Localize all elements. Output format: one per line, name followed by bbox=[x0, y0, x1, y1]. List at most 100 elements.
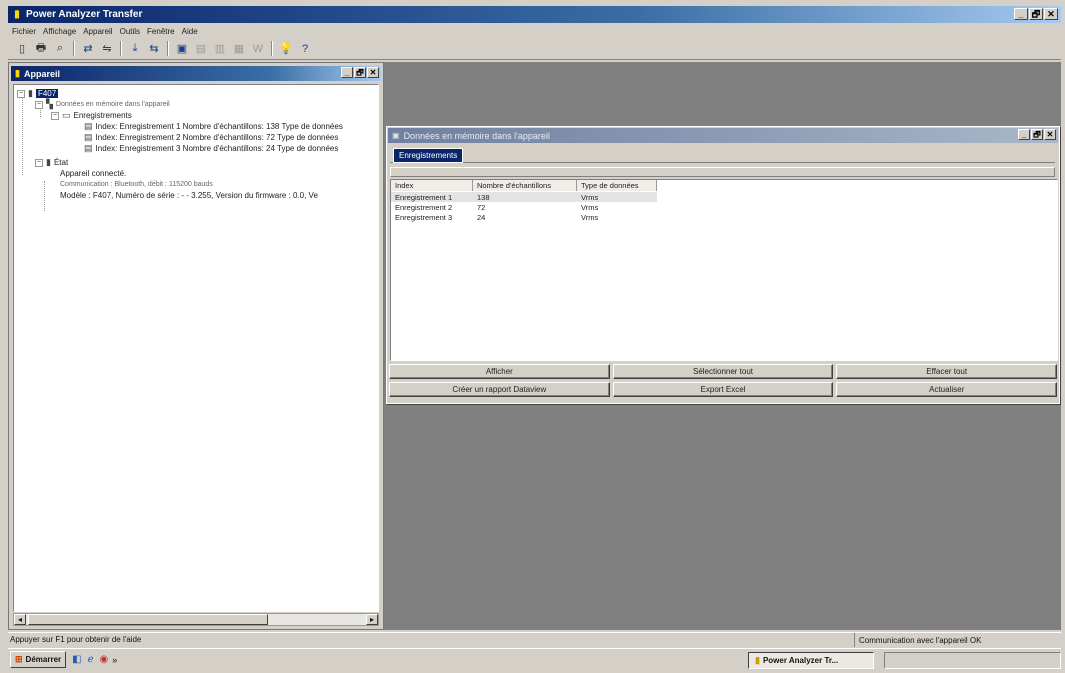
start-button[interactable]: ⊞ Démarrer bbox=[10, 651, 67, 668]
info-icon[interactable]: 💡 bbox=[278, 41, 294, 57]
transfer-icon[interactable]: ⇆ bbox=[146, 41, 162, 57]
system-tray bbox=[884, 652, 1061, 669]
list-toolstrip bbox=[390, 167, 1055, 177]
print-preview-icon[interactable]: ⌕ bbox=[52, 41, 68, 57]
app-title: Power Analyzer Transfer bbox=[26, 9, 143, 20]
tree-model[interactable]: Modèle : F407, Numéro de série : - - 3.2… bbox=[60, 190, 318, 201]
collapse-icon[interactable]: − bbox=[35, 100, 43, 109]
help-icon[interactable]: ? bbox=[297, 41, 313, 57]
taskbar-app-button[interactable]: ▮ Power Analyzer Tr... bbox=[748, 652, 874, 669]
data-window: ▣ Données en mémoire dans l'appareil _ 🗗… bbox=[386, 126, 1060, 404]
tree-model-label[interactable]: Modèle : F407, Numéro de série : - - 3.2… bbox=[60, 191, 318, 200]
connect-icon[interactable]: ⇄ bbox=[80, 41, 96, 57]
cell-samples: 138 bbox=[477, 192, 490, 202]
tree-record-3[interactable]: ▤ Index: Enregistrement 3 Nombre d'échan… bbox=[84, 143, 338, 154]
print-icon[interactable]: 🖶 bbox=[33, 41, 49, 57]
tree-connected-label[interactable]: Appareil connecté. bbox=[60, 169, 126, 178]
status-connection-text: Communication avec l'appareil OK bbox=[854, 633, 981, 647]
disconnect-icon[interactable]: ⇋ bbox=[99, 41, 115, 57]
tree-node-records-folder[interactable]: − ▭ Enregistrements bbox=[51, 110, 132, 121]
menu-aide[interactable]: Aide bbox=[182, 27, 198, 36]
status-bar: Appuyer sur F1 pour obtenir de l'aide Co… bbox=[8, 632, 1061, 647]
tree-node-root[interactable]: − ▮ F407 bbox=[17, 88, 59, 99]
menu-outils[interactable]: Outils bbox=[120, 27, 140, 36]
device-icon: ▮ bbox=[28, 88, 33, 98]
window-icon: ▣ bbox=[392, 131, 400, 140]
menu-affichage[interactable]: Affichage bbox=[43, 27, 76, 36]
quicklaunch-more-icon[interactable]: » bbox=[112, 655, 117, 665]
tree-record-label[interactable]: Index: Enregistrement 1 Nombre d'échanti… bbox=[96, 122, 343, 131]
desktop-quicklaunch-icon[interactable]: ◧ bbox=[72, 654, 81, 665]
data-window-title: Données en mémoire dans l'appareil bbox=[403, 130, 550, 141]
close-button[interactable]: ✕ bbox=[367, 67, 379, 78]
tree-memory-label[interactable]: Données en mémoire dans l'appareil bbox=[56, 101, 170, 108]
cell-index: Enregistrement 3 bbox=[395, 212, 453, 222]
toolbar-separator bbox=[167, 41, 169, 56]
tree-record-1[interactable]: ▤ Index: Enregistrement 1 Nombre d'échan… bbox=[84, 121, 343, 132]
tree-record-label[interactable]: Index: Enregistrement 3 Nombre d'échanti… bbox=[96, 144, 339, 153]
new-icon[interactable]: ▯ bbox=[14, 41, 30, 57]
restore-button[interactable]: 🗗 bbox=[354, 67, 366, 78]
tab-enregistrements[interactable]: Enregistrements bbox=[393, 148, 464, 163]
scroll-thumb[interactable] bbox=[28, 614, 268, 625]
list-header: Index Nombre d'échantillons Type de donn… bbox=[391, 180, 657, 191]
minimize-button[interactable]: _ bbox=[341, 67, 353, 78]
options-icon[interactable]: W bbox=[250, 41, 266, 57]
minimize-button[interactable]: _ bbox=[1014, 8, 1028, 20]
collapse-icon[interactable]: − bbox=[35, 158, 43, 167]
device-icon[interactable]: ▣ bbox=[174, 41, 190, 57]
tree-record-label[interactable]: Index: Enregistrement 2 Nombre d'échanti… bbox=[96, 133, 339, 142]
cell-samples: 24 bbox=[477, 212, 486, 222]
collapse-icon[interactable]: − bbox=[51, 111, 59, 120]
select-all-button[interactable]: Sélectionner tout bbox=[612, 364, 834, 379]
menu-appareil[interactable]: Appareil bbox=[83, 27, 112, 36]
scroll-right-icon[interactable]: ▸ bbox=[366, 614, 378, 625]
table-row[interactable]: Enregistrement 2 72 Vrms bbox=[391, 202, 657, 212]
menu-bar: Fichier Affichage Appareil Outils Fenêtr… bbox=[8, 24, 1061, 38]
media-quicklaunch-icon[interactable]: ◉ bbox=[100, 654, 109, 665]
table-row[interactable]: Enregistrement 1 138 Vrms bbox=[391, 192, 657, 202]
display-button[interactable]: Afficher bbox=[389, 364, 610, 379]
record-icon[interactable]: ▤ bbox=[193, 41, 209, 57]
column-header-samples[interactable]: Nombre d'échantillons bbox=[473, 180, 577, 191]
browser-quicklaunch-icon[interactable]: ℯ bbox=[88, 654, 94, 665]
menu-fenetre[interactable]: Fenêtre bbox=[147, 27, 175, 36]
table-row[interactable]: Enregistrement 3 24 Vrms bbox=[391, 212, 657, 222]
tree-connected[interactable]: Appareil connecté. bbox=[60, 168, 126, 179]
excel-icon[interactable]: ▦ bbox=[231, 41, 247, 57]
tree-communication-label[interactable]: Communication : Bluetooth, débit : 11520… bbox=[60, 181, 213, 188]
close-button[interactable]: ✕ bbox=[1044, 8, 1058, 20]
close-button[interactable]: ✕ bbox=[1044, 129, 1056, 140]
appareil-window: ▮ Appareil _ 🗗 ✕ − ▮ F407 − ▚ Données en… bbox=[8, 62, 384, 630]
windows-logo-icon: ⊞ bbox=[15, 654, 23, 664]
restore-button[interactable]: 🗗 bbox=[1031, 129, 1043, 140]
desktop: ▮ Power Analyzer Transfer _ 🗗 ✕ Fichier … bbox=[0, 0, 1065, 673]
tree-node-state[interactable]: − ▮ État bbox=[35, 157, 68, 168]
tree-root-label[interactable]: F407 bbox=[35, 89, 59, 98]
report-icon[interactable]: ▥ bbox=[212, 41, 228, 57]
download-icon[interactable]: ⤓ bbox=[127, 41, 143, 57]
collapse-icon[interactable]: − bbox=[17, 89, 25, 98]
tree-communication[interactable]: Communication : Bluetooth, débit : 11520… bbox=[60, 179, 213, 190]
status-help-text: Appuyer sur F1 pour obtenir de l'aide bbox=[10, 635, 142, 644]
column-header-index[interactable]: Index bbox=[391, 180, 473, 191]
toolbar: ▯ 🖶 ⌕ ⇄ ⇋ ⤓ ⇆ ▣ ▤ ▥ ▦ W 💡 ? bbox=[8, 38, 1061, 60]
minimize-button[interactable]: _ bbox=[1018, 129, 1030, 140]
menu-fichier[interactable]: Fichier bbox=[12, 27, 36, 36]
tree-state-label[interactable]: État bbox=[54, 158, 68, 167]
tree-record-2[interactable]: ▤ Index: Enregistrement 2 Nombre d'échan… bbox=[84, 132, 338, 143]
tree-records-label[interactable]: Enregistrements bbox=[74, 111, 132, 120]
cell-data-type: Vrms bbox=[581, 212, 599, 222]
refresh-button[interactable]: Actualiser bbox=[836, 382, 1058, 397]
tab-strip: Enregistrements bbox=[390, 147, 1055, 163]
tree-node-memory[interactable]: − ▚ Données en mémoire dans l'appareil bbox=[35, 99, 170, 110]
horizontal-scrollbar[interactable]: ◂ ▸ bbox=[13, 613, 379, 626]
clear-all-button[interactable]: Effacer tout bbox=[836, 364, 1058, 379]
button-row-1: Afficher Sélectionner tout Effacer tout bbox=[389, 364, 1058, 379]
scroll-left-icon[interactable]: ◂ bbox=[14, 614, 26, 625]
column-header-data-type[interactable]: Type de données bbox=[577, 180, 657, 191]
button-row-2: Créer un rapport Dataview Export Excel A… bbox=[389, 382, 1058, 397]
create-dataview-report-button[interactable]: Créer un rapport Dataview bbox=[389, 382, 610, 397]
export-excel-button[interactable]: Export Excel bbox=[612, 382, 834, 397]
restore-button[interactable]: 🗗 bbox=[1029, 8, 1043, 20]
